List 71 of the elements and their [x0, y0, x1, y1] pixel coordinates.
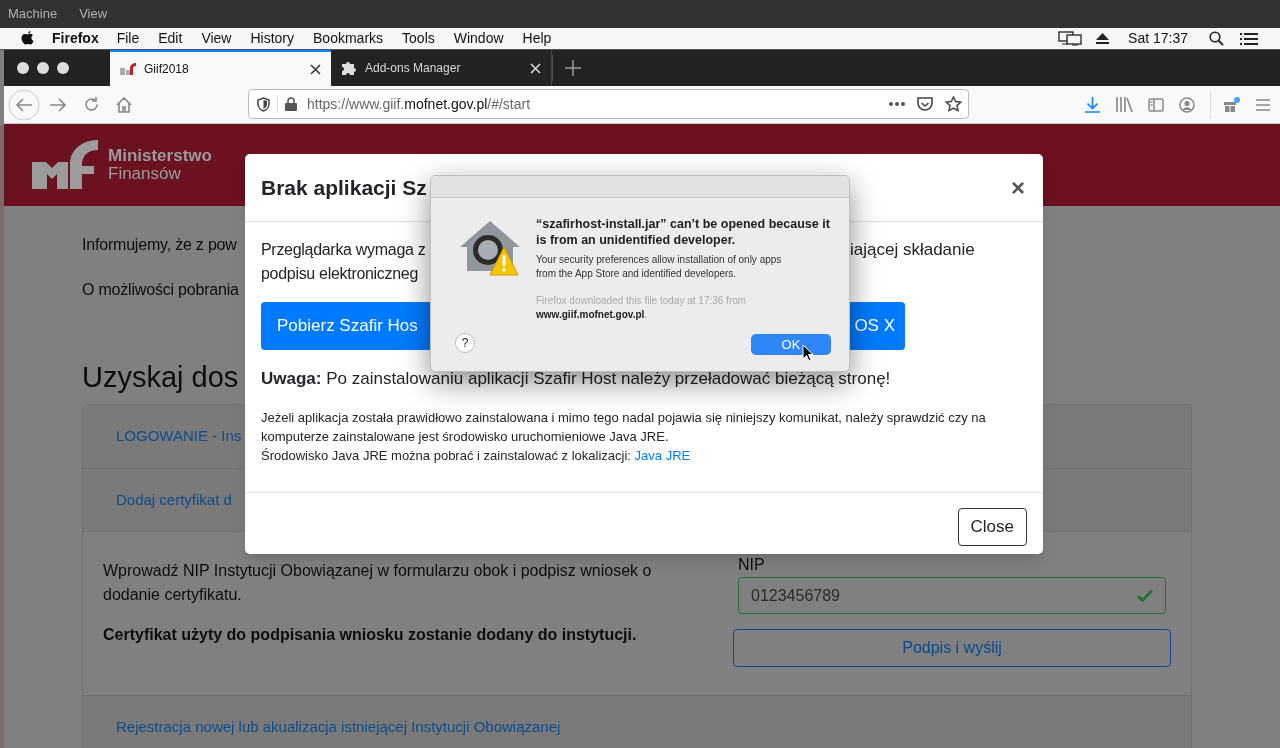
new-tab-icon[interactable] [565, 60, 581, 76]
logo-text: Finansów [108, 165, 182, 183]
displays-icon[interactable] [1058, 31, 1083, 46]
tab-title: Add-ons Manager [365, 60, 462, 77]
modal-title: Brak aplikacji Sz [261, 174, 427, 201]
info-text: O możliwości pobrania [82, 280, 239, 300]
menu-item[interactable]: History [250, 28, 295, 49]
modal-text: Przeglądarka wymaga z [261, 240, 426, 260]
menu-item[interactable]: View [201, 28, 232, 49]
menu-item[interactable]: Edit [158, 28, 183, 49]
java-link[interactable]: Java JRE [634, 447, 691, 463]
check-icon [1137, 589, 1153, 602]
menu-clock[interactable]: Sat 17:37 [1128, 28, 1188, 49]
modal-text: podpisu elektroniczneg [261, 264, 419, 284]
pocket-icon[interactable] [917, 96, 933, 112]
gift-icon[interactable] [1223, 96, 1240, 113]
section-heading: Uzyskaj dos [82, 360, 239, 395]
field-label: NIP [738, 557, 766, 573]
menu-item[interactable]: Help [522, 28, 552, 49]
apple-logo-icon[interactable] [21, 31, 34, 46]
window-control[interactable] [17, 62, 29, 74]
home-icon[interactable] [116, 96, 132, 113]
menu-item[interactable]: View [79, 4, 108, 24]
shield-icon[interactable] [257, 96, 270, 112]
warning-text: Uwaga: Po zainstalowaniu aplikacji Szafir Host należy przeładować bieżącą stronę! [261, 368, 891, 390]
details-text: Środowisko Java JRE można pobrać i zainstalować z lokalizacji: Java JRE [261, 446, 692, 465]
close-button[interactable]: × [1011, 169, 1025, 206]
download-button[interactable]: OS X [850, 302, 905, 350]
tab-title: Giif2018 [144, 61, 190, 78]
more-icon[interactable] [889, 102, 905, 106]
menu-item[interactable]: Bookmarks [313, 28, 384, 49]
menu-item[interactable]: Window [453, 28, 504, 49]
info-text: Informujemy, że z pow [82, 235, 237, 255]
favicon-icon [120, 63, 136, 75]
nip-field[interactable]: 0123456789 [738, 577, 1166, 614]
star-icon[interactable] [945, 96, 962, 112]
sidebar-icon[interactable] [1148, 97, 1164, 112]
window-control[interactable] [37, 62, 49, 74]
account-icon[interactable] [1179, 96, 1195, 113]
menu-item[interactable]: File [116, 28, 140, 49]
form-note: Certyfikat użyty do podpisania wniosku zostanie dodany do instytucji. [103, 625, 638, 645]
download-button[interactable]: Pobierz Szafir Hos [261, 302, 430, 350]
form-description: Wprowadź NIP Instytucji Obowiązanej w formularzu obok i podpisz wniosek o dodanie certyfikatu. [103, 561, 653, 605]
alert-source: Firefox downloaded this file today at 17:36 from www.giif.mofnet.gov.pl. [536, 294, 748, 322]
alert-title: “szafirhost-install.jar” can’t be opened because it is from an unidentified developer. [536, 216, 831, 248]
menu-item[interactable]: Machine [8, 4, 58, 24]
url-text: https://www.giif.mofnet.gov.pl/#/start [307, 94, 532, 114]
details-text: Jeżeli aplikacja została prawidłowo zainstalowana i mimo tego nadal pojawia się niniejszy komunikat, należy sprawdzić czy na komputerze zainstalowane jest środowisko uruchomieniowe Java JRE. [261, 408, 987, 446]
app-menu[interactable]: Firefox [52, 28, 99, 49]
puzzle-icon [341, 60, 357, 76]
list-icon[interactable] [1240, 32, 1258, 45]
close-button[interactable]: Close [957, 508, 1027, 546]
window-control[interactable] [57, 62, 69, 74]
lock-icon[interactable] [285, 97, 297, 111]
eject-icon[interactable] [1096, 33, 1110, 44]
browser-tab[interactable]: Giif2018 [110, 50, 331, 86]
security-warning-icon [458, 219, 522, 277]
close-icon[interactable] [310, 63, 321, 75]
address-field[interactable]: https://www.giif.mofnet.gov.pl/#/start [248, 89, 969, 119]
alert-message: Your security preferences allow installation of only apps from the App Store and identified developers. [536, 253, 783, 281]
search-icon[interactable] [1209, 31, 1224, 46]
library-icon[interactable] [1116, 97, 1133, 112]
help-button[interactable]: ? [455, 333, 475, 353]
cursor-icon [802, 344, 814, 362]
download-icon[interactable] [1085, 96, 1100, 113]
ok-button[interactable]: OK [751, 334, 831, 355]
forward-icon[interactable] [50, 97, 66, 112]
logo-text: Ministerstwo [108, 147, 212, 165]
reload-icon[interactable] [84, 97, 99, 112]
modal-text: iającej składanie [850, 239, 975, 261]
menu-item[interactable]: Tools [402, 28, 435, 49]
